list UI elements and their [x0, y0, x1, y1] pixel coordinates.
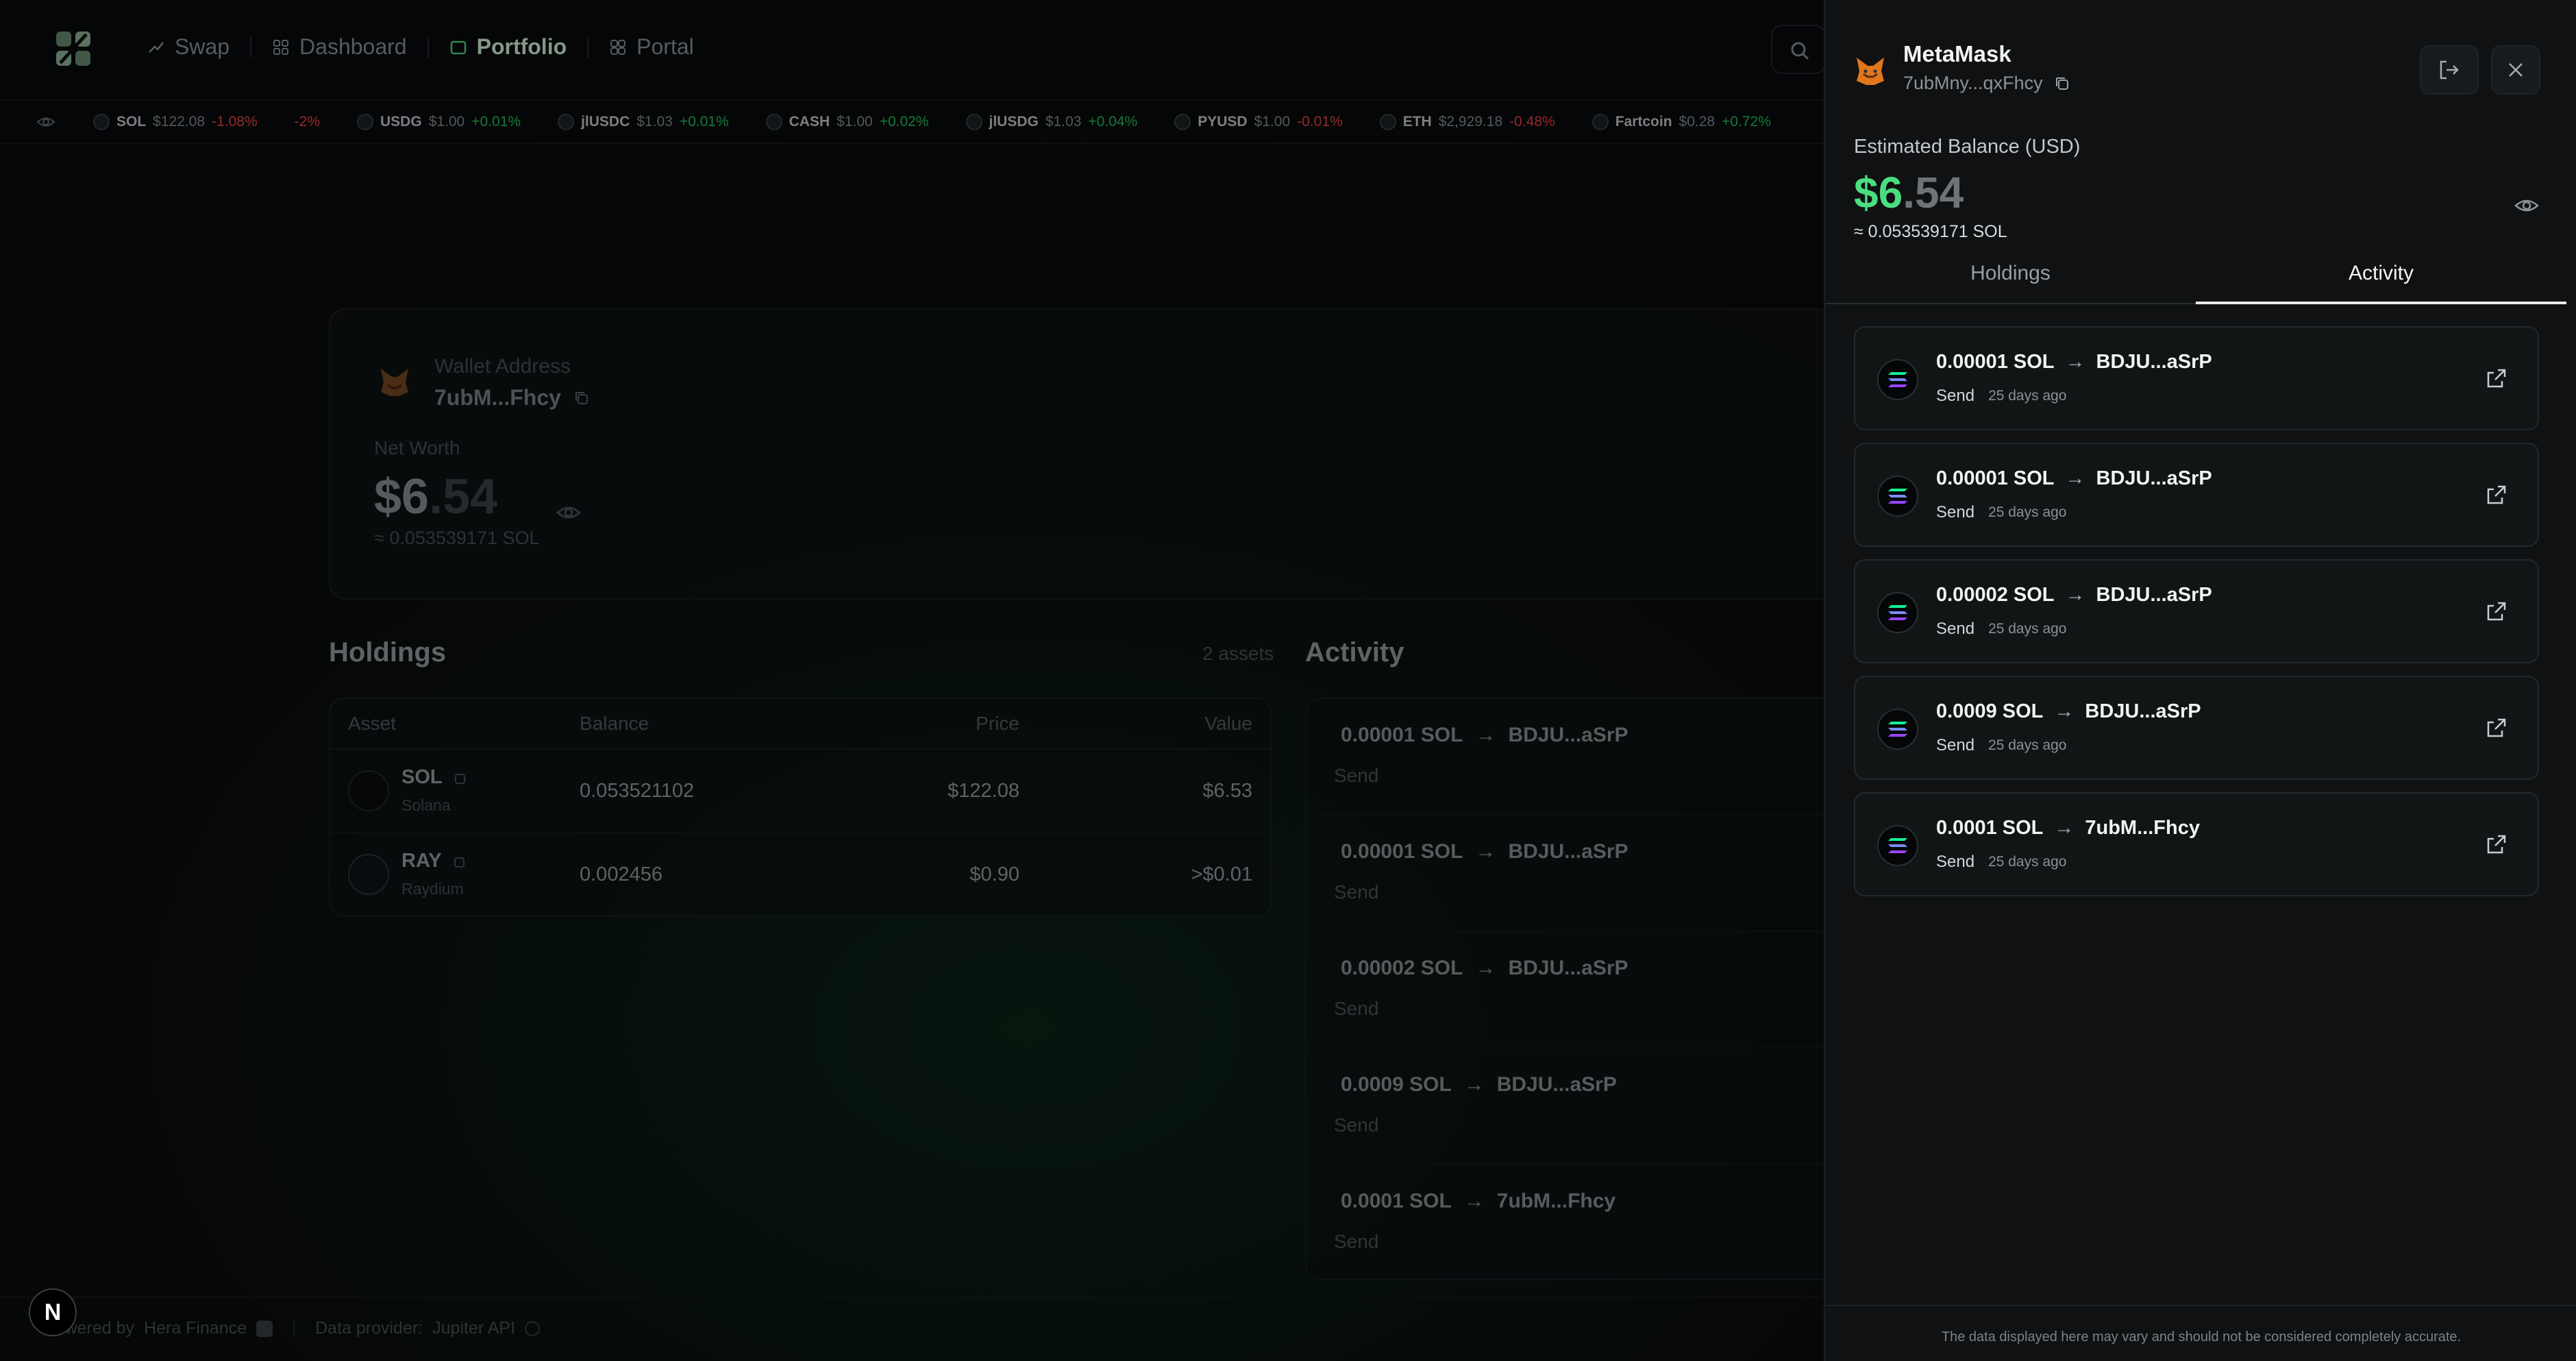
dev-tools-badge[interactable]: N — [29, 1288, 77, 1336]
activity-time: 25 days ago — [1988, 737, 2067, 753]
activity-type: Send — [1936, 503, 1975, 522]
estimated-balance-value: $6.54 — [1854, 167, 1964, 218]
activity-meta: Send 25 days ago — [1936, 736, 2067, 755]
activity-recipient: BDJU...aSrP — [2096, 584, 2212, 606]
external-link-icon[interactable] — [2484, 599, 2509, 624]
activity-recipient: BDJU...aSrP — [2096, 467, 2212, 489]
tab-holdings[interactable]: Holdings — [1825, 255, 2196, 303]
activity-meta: Send 25 days ago — [1936, 503, 2067, 522]
activity-time: 25 days ago — [1988, 854, 2067, 870]
wallet-address-text: 7ubMny...qxFhcy — [1903, 73, 2043, 93]
activity-amount: 0.0009 SOL — [1936, 700, 2044, 722]
activity-amount: 0.00002 SOL — [1936, 584, 2055, 606]
activity-list: 0.00001 SOL → BDJU...aSrP Send 25 days ago … — [1854, 326, 2539, 909]
arrow-right-icon: → — [2065, 584, 2085, 606]
list-item[interactable]: 0.0009 SOL → BDJU...aSrP Send 25 days ago — [1854, 676, 2539, 780]
list-item[interactable]: 0.00001 SOL → BDJU...aSrP Send 25 days ago — [1854, 326, 2539, 430]
solana-icon — [1877, 359, 1918, 400]
list-item[interactable]: 0.0001 SOL → 7ubM...Fhcy Send 25 days ago — [1854, 792, 2539, 896]
balance-sol: ≈ 0.053539171 SOL — [1854, 222, 2007, 241]
wallet-drawer: MetaMask 7ubMny...qxFhcy Estimated Balan… — [1824, 0, 2576, 1361]
solana-icon — [1877, 592, 1918, 633]
activity-summary: 0.00001 SOL → BDJU...aSrP — [1936, 467, 2212, 490]
drawer-disclaimer: The data displayed here may vary and sho… — [1825, 1305, 2576, 1361]
solana-icon — [1877, 709, 1918, 750]
activity-amount: 0.00001 SOL — [1936, 467, 2055, 489]
list-item[interactable]: 0.00002 SOL → BDJU...aSrP Send 25 days ago — [1854, 559, 2539, 663]
copy-icon[interactable] — [2054, 75, 2070, 92]
activity-summary: 0.0001 SOL → 7ubM...Fhcy — [1936, 817, 2200, 839]
arrow-right-icon: → — [2065, 351, 2085, 373]
activity-meta: Send 25 days ago — [1936, 387, 2067, 406]
activity-meta: Send 25 days ago — [1936, 853, 2067, 872]
eye-icon[interactable] — [2513, 192, 2540, 219]
activity-summary: 0.0009 SOL → BDJU...aSrP — [1936, 700, 2201, 723]
activity-type: Send — [1936, 853, 1975, 871]
activity-recipient: BDJU...aSrP — [2096, 351, 2212, 373]
tab-activity[interactable]: Activity — [2196, 255, 2566, 304]
solana-icon — [1877, 476, 1918, 517]
modal-backdrop[interactable] — [0, 0, 1824, 1361]
close-button[interactable] — [2491, 45, 2540, 95]
solana-icon — [1877, 825, 1918, 866]
wallet-address[interactable]: 7ubMny...qxFhcy — [1903, 73, 2070, 94]
activity-time: 25 days ago — [1988, 388, 2067, 404]
external-link-icon[interactable] — [2484, 715, 2509, 740]
arrow-right-icon: → — [2065, 467, 2085, 489]
activity-meta: Send 25 days ago — [1936, 620, 2067, 639]
wallet-name: MetaMask — [1903, 41, 2011, 66]
arrow-right-icon: → — [2054, 817, 2075, 839]
logout-icon — [2440, 60, 2459, 79]
activity-time: 25 days ago — [1988, 504, 2067, 520]
list-item[interactable]: 0.00001 SOL → BDJU...aSrP Send 25 days ago — [1854, 443, 2539, 547]
external-link-icon[interactable] — [2484, 832, 2509, 857]
external-link-icon[interactable] — [2484, 482, 2509, 507]
drawer-tabs: Holdings Activity — [1825, 255, 2566, 304]
activity-recipient: 7ubM...Fhcy — [2085, 817, 2200, 839]
activity-type: Send — [1936, 736, 1975, 755]
activity-time: 25 days ago — [1988, 621, 2067, 637]
estimated-balance-label: Estimated Balance (USD) — [1854, 136, 2081, 158]
activity-recipient: BDJU...aSrP — [2085, 700, 2201, 722]
balance-dec: .54 — [1903, 168, 1964, 217]
activity-summary: 0.00001 SOL → BDJU...aSrP — [1936, 351, 2212, 373]
disconnect-button[interactable] — [2420, 45, 2479, 95]
activity-type: Send — [1936, 387, 1975, 405]
arrow-right-icon: → — [2054, 700, 2075, 722]
metamask-fox-icon — [1857, 58, 1884, 85]
activity-amount: 0.0001 SOL — [1936, 817, 2044, 839]
balance-int: $6 — [1854, 168, 1903, 217]
external-link-icon[interactable] — [2484, 366, 2509, 391]
activity-summary: 0.00002 SOL → BDJU...aSrP — [1936, 584, 2212, 606]
activity-type: Send — [1936, 620, 1975, 638]
close-icon — [2509, 63, 2523, 77]
activity-amount: 0.00001 SOL — [1936, 351, 2055, 373]
